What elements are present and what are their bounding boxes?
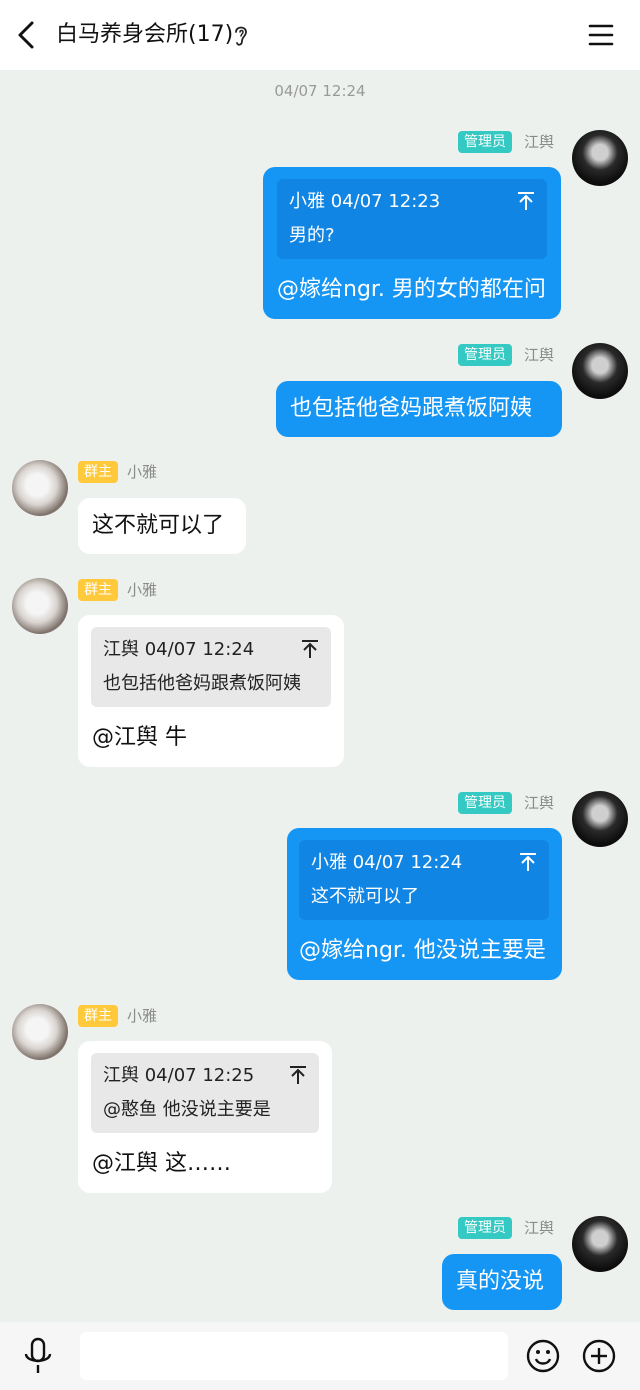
input-bar	[0, 1322, 640, 1390]
message-bubble[interactable]: 这不就可以了	[78, 498, 246, 554]
message-text: 这不就可以了	[92, 513, 225, 538]
quote-header: 小雅 04/07 12:23	[289, 191, 441, 212]
quoted-message[interactable]: 江舆 04/07 12:24 也包括他爸妈跟煮饭阿姨	[91, 627, 331, 707]
scroll-to-original-icon[interactable]	[301, 639, 319, 659]
quoted-message[interactable]: 小雅 04/07 12:24 这不就可以了	[299, 840, 549, 920]
message-text: @江舆 这……	[92, 1151, 231, 1176]
sender-name: 小雅	[127, 581, 158, 599]
sender-name: 小雅	[127, 463, 158, 481]
role-badge-owner: 群主	[78, 461, 118, 483]
avatar[interactable]	[12, 578, 68, 634]
quoted-message[interactable]: 小雅 04/07 12:23 男的?	[277, 179, 547, 259]
message-text: 真的没说	[456, 1269, 545, 1294]
quote-text: @憨鱼 他没说主要是	[103, 1099, 271, 1120]
avatar[interactable]	[572, 1216, 628, 1272]
scroll-to-original-icon[interactable]	[289, 1065, 307, 1085]
group-title: 白马养身会所(17)	[56, 22, 234, 47]
quote-header: 小雅 04/07 12:24	[311, 852, 463, 873]
quote-header: 江舆 04/07 12:24	[103, 639, 255, 660]
message-bubble[interactable]: 小雅 04/07 12:23 男的? @嫁给ngr. 男的女的都在问	[263, 167, 561, 319]
message-text: @嫁给ngr. 男的女的都在问	[277, 277, 546, 302]
sender-name: 江舆	[524, 1219, 555, 1237]
message-bubble[interactable]: 小雅 04/07 12:24 这不就可以了 @嫁给ngr. 他没说主要是	[287, 828, 562, 980]
quote-text: 这不就可以了	[311, 886, 419, 907]
avatar[interactable]	[572, 791, 628, 847]
role-badge-admin: 管理员	[458, 792, 512, 814]
add-icon[interactable]	[581, 1338, 617, 1374]
role-badge-admin: 管理员	[458, 131, 512, 153]
menu-icon[interactable]	[586, 20, 616, 50]
avatar[interactable]	[12, 1004, 68, 1060]
avatar[interactable]	[12, 460, 68, 516]
chat-header: 白马养身会所(17)	[0, 0, 640, 70]
quoted-message[interactable]: 江舆 04/07 12:25 @憨鱼 他没说主要是	[91, 1053, 319, 1133]
message-text: 也包括他爸妈跟煮饭阿姨	[290, 396, 533, 421]
message-text: @江舆 牛	[92, 725, 187, 750]
role-badge-admin: 管理员	[458, 1217, 512, 1239]
message-text: @嫁给ngr. 他没说主要是	[299, 938, 546, 963]
sender-name: 江舆	[524, 133, 555, 151]
ear-icon[interactable]	[231, 23, 251, 49]
sender-name: 江舆	[524, 794, 555, 812]
sender-name: 小雅	[127, 1007, 158, 1025]
role-badge-owner: 群主	[78, 1005, 118, 1027]
message-bubble[interactable]: 江舆 04/07 12:25 @憨鱼 他没说主要是 @江舆 这……	[78, 1041, 332, 1193]
message-input[interactable]	[80, 1332, 508, 1380]
quote-text: 男的?	[289, 225, 335, 246]
quote-text: 也包括他爸妈跟煮饭阿姨	[103, 673, 301, 694]
sender-name: 江舆	[524, 346, 555, 364]
role-badge-admin: 管理员	[458, 344, 512, 366]
message-bubble[interactable]: 真的没说	[442, 1254, 562, 1310]
message-timestamp: 04/07 12:24	[274, 82, 366, 100]
scroll-to-original-icon[interactable]	[519, 852, 537, 872]
message-bubble[interactable]: 江舆 04/07 12:24 也包括他爸妈跟煮饭阿姨 @江舆 牛	[78, 615, 344, 767]
role-badge-owner: 群主	[78, 579, 118, 601]
message-bubble[interactable]: 也包括他爸妈跟煮饭阿姨	[276, 381, 562, 437]
quote-header: 江舆 04/07 12:25	[103, 1065, 255, 1086]
avatar[interactable]	[572, 343, 628, 399]
back-arrow-icon[interactable]	[12, 18, 44, 52]
avatar[interactable]	[572, 130, 628, 186]
scroll-to-original-icon[interactable]	[517, 191, 535, 211]
microphone-icon[interactable]	[20, 1336, 56, 1376]
emoji-icon[interactable]	[525, 1338, 561, 1374]
